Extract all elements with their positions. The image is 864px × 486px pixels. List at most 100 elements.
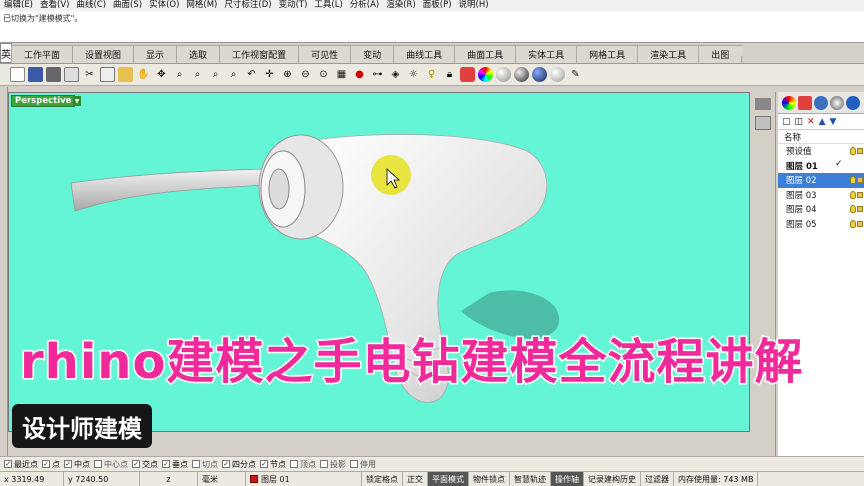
menu-item[interactable]: 说明(H) [459, 0, 489, 11]
zoom-window-icon[interactable]: ⌕ [190, 67, 205, 82]
osnap-option[interactable]: ✓ 四分点 [222, 459, 256, 470]
osnap-option[interactable]: 顶点 [290, 459, 316, 470]
layer-lock-icon[interactable] [857, 206, 863, 212]
move-icon[interactable]: ✛ [262, 67, 277, 82]
status-toggle[interactable]: 内存使用量: 743 MB [674, 472, 759, 486]
layers-icon[interactable]: ◈ [388, 67, 403, 82]
print-icon[interactable] [46, 67, 61, 82]
osnap-option[interactable]: 切点 [192, 459, 218, 470]
layer-row[interactable]: 图层 01 ✓ [778, 159, 864, 174]
menu-item[interactable]: 渲染(R) [386, 0, 416, 11]
osnap-checkbox[interactable]: ✓ [260, 460, 268, 468]
zoom-all-icon[interactable]: ⊙ [316, 67, 331, 82]
layers-tab-icon[interactable] [798, 95, 812, 110]
layer-visible-bulb-icon[interactable] [850, 205, 856, 213]
render-sphere-icon[interactable] [532, 67, 547, 82]
menu-item[interactable]: 工具(L) [314, 0, 342, 11]
osnap-checkbox[interactable]: ✓ [162, 460, 170, 468]
osnap-checkbox[interactable] [192, 460, 200, 468]
copy-clipboard-icon[interactable] [100, 67, 115, 82]
zoom-extents-icon[interactable]: ⌕ [208, 67, 223, 82]
toolbar-tab[interactable]: 可见性 [298, 45, 352, 63]
rendered-sphere-icon[interactable] [514, 67, 529, 82]
lock-icon[interactable]: 🔒︎ [442, 67, 457, 82]
menu-item[interactable]: 变动(T) [279, 0, 308, 11]
delete-layer-icon[interactable]: ✕ [807, 117, 815, 127]
cut-icon[interactable]: ✂ [82, 67, 97, 82]
zoom-icon[interactable]: ⌕ [172, 67, 187, 82]
layer-row[interactable]: 图层 03 [778, 188, 864, 203]
light-bulb-icon[interactable]: ♀ [424, 67, 439, 82]
osnap-option[interactable]: ✓ 中点 [64, 459, 90, 470]
layer-lock-icon[interactable] [857, 177, 863, 183]
status-toggle[interactable]: 操作轴 [551, 472, 584, 486]
properties-tab-icon[interactable] [782, 95, 796, 110]
tab-stub[interactable]: 英 [0, 43, 12, 63]
osnap-checkbox[interactable]: ✓ [4, 460, 12, 468]
osnap-checkbox[interactable]: ✓ [42, 460, 50, 468]
copy-icon[interactable] [64, 67, 79, 82]
render-tab-icon[interactable] [814, 95, 828, 110]
panel-grid-icon[interactable] [755, 98, 771, 110]
color-wheel-icon[interactable] [478, 67, 493, 82]
osnap-option[interactable]: 投影 [320, 459, 346, 470]
menu-item[interactable]: 尺寸标注(D) [224, 0, 271, 11]
status-toggle[interactable]: 物件锁点 [469, 472, 510, 486]
shaded-sphere-icon[interactable] [496, 67, 511, 82]
help-tab-icon[interactable] [846, 95, 860, 110]
move-down-icon[interactable]: ▼ [830, 117, 837, 127]
pan-hand-icon[interactable]: ✋ [136, 67, 151, 82]
viewport-layout-icon[interactable]: ▦ [334, 67, 349, 82]
menu-item[interactable]: 编辑(E) [4, 0, 33, 11]
layer-visible-bulb-icon[interactable] [850, 190, 856, 199]
osnap-option[interactable]: 停用 [350, 459, 376, 470]
layer-row[interactable]: 图层 05 [778, 217, 864, 232]
menu-item[interactable]: 网格(M) [186, 0, 217, 11]
save-icon[interactable] [28, 67, 43, 82]
zoom-out-icon[interactable]: ⊖ [298, 67, 313, 82]
toolbar-tab[interactable]: 选取 [176, 45, 221, 63]
move-up-icon[interactable]: ▲ [819, 117, 826, 127]
current-layer[interactable]: 图层 01 [246, 472, 362, 486]
osnap-option[interactable]: ✓ 点 [42, 459, 60, 470]
osnap-checkbox[interactable] [350, 460, 358, 468]
point-icon[interactable]: ⊶ [370, 67, 385, 82]
layer-lock-icon[interactable] [857, 148, 863, 154]
layer-lock-icon[interactable] [857, 220, 863, 227]
rotate-view-icon[interactable]: ✥ [154, 67, 169, 82]
osnap-checkbox[interactable] [320, 460, 328, 468]
zoom-in-icon[interactable]: ⊕ [280, 67, 295, 82]
osnap-checkbox[interactable]: ✓ [132, 460, 140, 468]
layer-row[interactable]: 预设值 [778, 144, 864, 159]
menu-item[interactable]: 实体(O) [149, 0, 179, 11]
layer-lock-icon[interactable] [857, 191, 863, 198]
osnap-option[interactable]: 中心点 [94, 459, 128, 470]
toolbar-tab[interactable]: 渲染工具 [637, 45, 700, 63]
menu-item[interactable]: 查看(V) [40, 0, 69, 11]
toolbar-tab[interactable]: 工作平面 [11, 45, 74, 63]
toolbar-tab[interactable]: 变动 [350, 45, 395, 63]
status-toggle[interactable]: 正交 [403, 472, 428, 486]
command-area[interactable]: 已切换为"建模模式"。 [0, 11, 864, 43]
select-points-icon[interactable]: ● [352, 67, 367, 82]
new-sublayer-icon[interactable]: ◫ [795, 117, 804, 127]
properties-icon[interactable]: ☼ [406, 67, 421, 82]
display-mode-icon[interactable] [550, 67, 565, 82]
status-toggle[interactable]: 记录建构历史 [584, 472, 641, 486]
layer-visible-bulb-icon[interactable] [850, 147, 856, 155]
menu-item[interactable]: 曲线(C) [76, 0, 106, 11]
toolbar-tab[interactable]: 实体工具 [515, 45, 578, 63]
layer-visible-bulb-icon[interactable] [850, 219, 856, 228]
toolbar-tab[interactable]: 设置视图 [72, 45, 135, 63]
toolbar-tab[interactable]: 网格工具 [576, 45, 639, 63]
material-icon[interactable] [460, 67, 475, 82]
options-icon[interactable]: ✎ [568, 67, 583, 82]
layer-visible-bulb-icon[interactable] [850, 176, 856, 184]
new-file-icon[interactable] [10, 67, 25, 82]
osnap-checkbox[interactable] [290, 460, 298, 468]
layer-row[interactable]: 图层 04 [778, 202, 864, 217]
new-layer-icon[interactable]: ▢ [782, 117, 791, 127]
osnap-checkbox[interactable] [94, 460, 102, 468]
toolbar-tab[interactable]: 曲面工具 [454, 45, 517, 63]
toolbar-tab[interactable]: 显示 [133, 45, 178, 63]
